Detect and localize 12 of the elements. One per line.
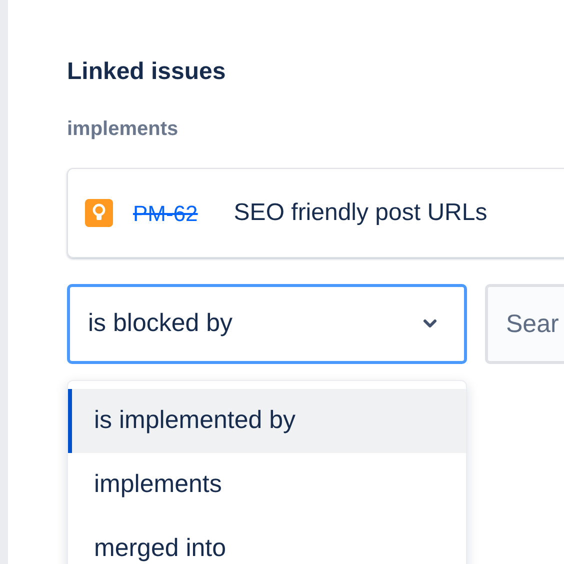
dropdown-option[interactable]: implements (68, 453, 466, 517)
dropdown-option[interactable]: merged into (68, 517, 466, 564)
search-field[interactable]: Sear (485, 284, 564, 364)
dropdown-option[interactable]: is implemented by (68, 389, 466, 453)
section-heading: Linked issues (67, 57, 226, 87)
link-type-select[interactable]: is blocked by (67, 284, 467, 364)
linked-issue-card[interactable]: PM-62 SEO friendly post URLs (67, 168, 564, 258)
chevron-down-icon (422, 318, 438, 330)
link-type-label: implements (67, 117, 178, 142)
issue-key-link[interactable]: PM-62 (133, 196, 198, 230)
lightbulb-icon (85, 199, 113, 227)
issue-summary: SEO friendly post URLs (234, 198, 488, 228)
